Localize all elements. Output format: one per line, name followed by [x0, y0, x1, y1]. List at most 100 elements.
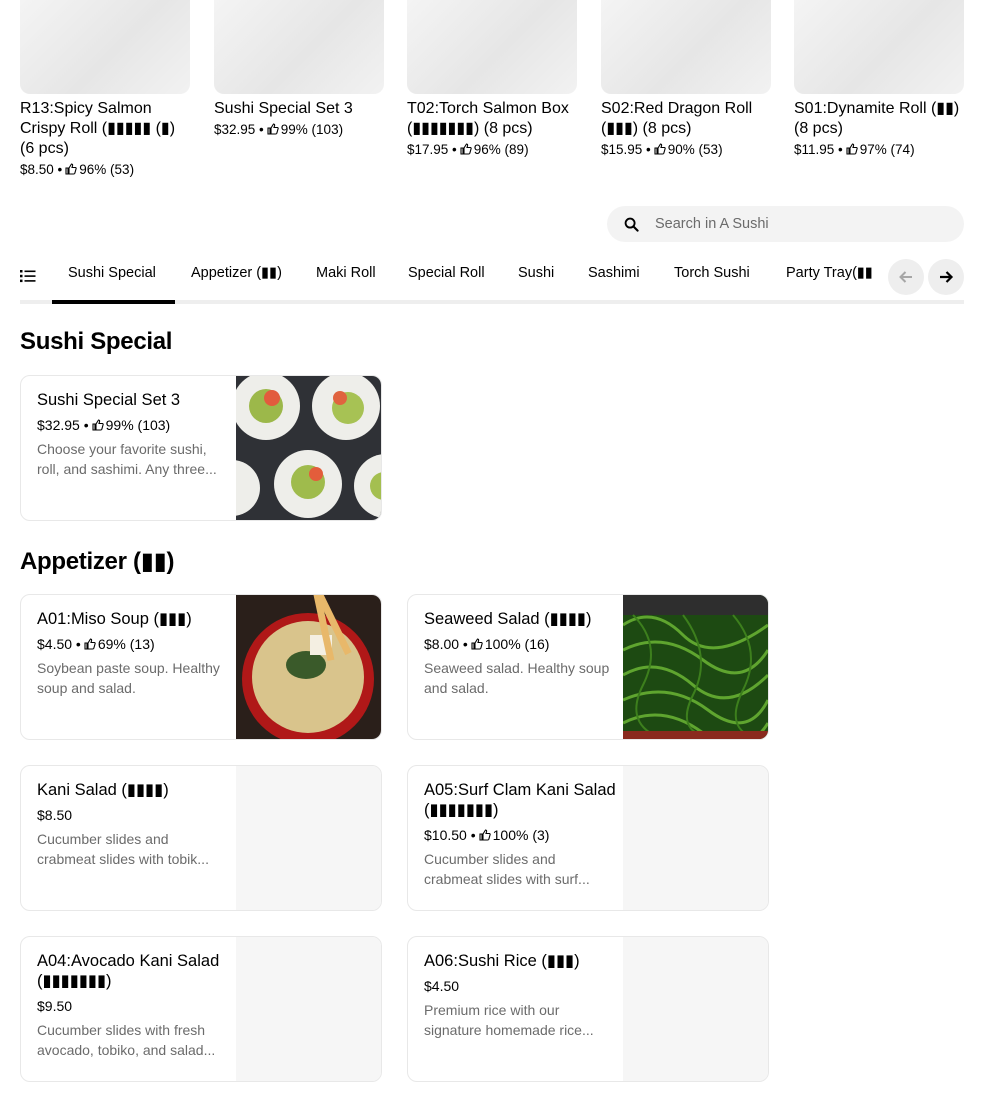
menu-item-description: Premium rice with our signature homemade…: [424, 1002, 594, 1038]
menu-item-description: Soybean paste soup. Healthy soup and sal…: [37, 660, 220, 696]
scroll-tabs-left-button[interactable]: [888, 259, 924, 295]
featured-item-rating: 97% (74): [859, 142, 915, 157]
menu-item-card[interactable]: Seaweed Salad (▮▮▮▮) $8.00 • 100% (16) Se…: [407, 594, 769, 740]
search-input[interactable]: [653, 215, 917, 233]
menu-item-meta: $10.50 • 100% (3): [424, 827, 550, 843]
active-tab-indicator: [52, 300, 175, 304]
menu-item-rating: 100% (16): [484, 636, 550, 652]
menu-item-price: $8.00: [424, 636, 460, 652]
tab-special-roll[interactable]: Special Roll: [408, 265, 485, 281]
featured-item-title: S02:Red Dragon Roll (▮▮▮) (8 pcs): [601, 100, 753, 137]
menu-item-name: A04:Avocado Kani Salad (▮▮▮▮▮▮▮): [37, 952, 220, 990]
menu-item-name: A01:Miso Soup (▮▮▮): [37, 610, 192, 628]
featured-item-price: $32.95: [214, 122, 256, 137]
featured-item-title: S01:Dynamite Roll (▮▮) (8 pcs): [794, 100, 960, 137]
featured-item-rating: 96% (89): [473, 142, 529, 157]
menu-item-price: $32.95: [37, 417, 80, 433]
menu-item-card[interactable]: A06:Sushi Rice (▮▮▮) $4.50 Premium rice …: [407, 936, 769, 1082]
tab-sushi[interactable]: Sushi: [518, 265, 554, 281]
featured-item-image: [794, 0, 964, 94]
menu-item-image-placeholder: [623, 766, 768, 910]
featured-item-title: Sushi Special Set 3: [214, 100, 353, 117]
featured-item-title: T02:Torch Salmon Box (▮▮▮▮▮▮▮) (8 pcs): [407, 100, 569, 137]
menu-item-rating: 99% (103): [105, 417, 171, 433]
thumbs-up-icon: [92, 419, 104, 431]
menu-item-description: Cucumber slides and crabmeat slides with…: [424, 851, 590, 887]
menu-item-card[interactable]: A01:Miso Soup (▮▮▮) $4.50 • 69% (13) Soyb…: [20, 594, 382, 740]
menu-item-image-placeholder: [236, 937, 381, 1081]
featured-item-image: [214, 0, 384, 94]
featured-item-meta: $11.95 • 97% (74): [794, 142, 915, 157]
miso-soup-photo: [236, 595, 381, 739]
menu-item-price: $8.50: [37, 807, 73, 823]
scroll-tabs-right-button[interactable]: [928, 259, 964, 295]
menu-item-card[interactable]: Sushi Special Set 3 $32.95 • 99% (103) Ch…: [20, 375, 382, 521]
tab-appetizer[interactable]: Appetizer (▮▮): [191, 265, 282, 281]
thumbs-up-icon: [84, 638, 96, 650]
tab-sashimi[interactable]: Sashimi: [588, 265, 640, 281]
menu-list-icon[interactable]: [20, 269, 36, 283]
tab-torch-sushi[interactable]: Torch Sushi: [674, 265, 750, 281]
category-tab-bar: Sushi Special Appetizer (▮▮) Maki Roll S…: [20, 256, 964, 304]
menu-item-meta: $9.50: [37, 996, 229, 1016]
menu-item-price: $4.50: [37, 636, 73, 652]
featured-item[interactable]: Sushi Special Set 3 $32.95 • 99% (103): [214, 0, 384, 140]
featured-item[interactable]: S02:Red Dragon Roll (▮▮▮) (8 pcs) $15.95…: [601, 0, 771, 160]
arrow-right-icon: [940, 271, 954, 283]
menu-item-description: Choose your favorite sushi, roll, and sa…: [37, 441, 217, 477]
featured-item-price: $17.95: [407, 142, 449, 157]
menu-item-name: A05:Surf Clam Kani Salad (▮▮▮▮▮▮▮): [424, 781, 616, 819]
featured-item-price: $15.95: [601, 142, 643, 157]
menu-item-image-placeholder: [236, 766, 381, 910]
tab-maki-roll[interactable]: Maki Roll: [316, 265, 376, 281]
menu-item-meta: $32.95 • 99% (103): [37, 417, 171, 433]
arrow-left-icon: [899, 271, 912, 283]
menu-item-name: A06:Sushi Rice (▮▮▮): [424, 952, 580, 970]
featured-item[interactable]: R13:Spicy Salmon Crispy Roll (▮▮▮▮▮ (▮) …: [20, 0, 190, 180]
thumbs-up-icon: [267, 123, 279, 135]
menu-item-price: $9.50: [37, 998, 73, 1014]
sushi-roll-photo: [236, 376, 381, 520]
featured-item-meta: $17.95 • 96% (89): [407, 142, 529, 157]
store-search[interactable]: [607, 206, 964, 242]
menu-item-rating: 100% (3): [492, 827, 550, 843]
category-tabs: Sushi Special Appetizer (▮▮) Maki Roll S…: [52, 256, 892, 304]
featured-item-price: $8.50: [20, 162, 54, 177]
section-title-sushi-special: Sushi Special: [20, 328, 173, 355]
tab-sushi-special[interactable]: Sushi Special: [68, 265, 156, 281]
featured-item-rating: 90% (53): [667, 142, 723, 157]
menu-item-card[interactable]: Kani Salad (▮▮▮▮) $8.50 Cucumber slides …: [20, 765, 382, 911]
menu-item-name: Sushi Special Set 3: [37, 391, 181, 409]
menu-item-card[interactable]: A04:Avocado Kani Salad (▮▮▮▮▮▮▮) $9.50 C…: [20, 936, 382, 1082]
thumbs-up-icon: [479, 829, 491, 841]
featured-item-rating: 96% (53): [79, 162, 135, 177]
menu-item-meta: $4.50 • 69% (13): [37, 636, 155, 652]
menu-item-card[interactable]: A05:Surf Clam Kani Salad (▮▮▮▮▮▮▮) $10.5…: [407, 765, 769, 911]
featured-item[interactable]: T02:Torch Salmon Box (▮▮▮▮▮▮▮) (8 pcs) $…: [407, 0, 577, 160]
featured-item-title: R13:Spicy Salmon Crispy Roll (▮▮▮▮▮ (▮) …: [20, 100, 176, 157]
featured-item-image: [407, 0, 577, 94]
menu-item-meta: $8.50: [37, 805, 229, 825]
thumbs-up-icon: [654, 143, 666, 155]
search-icon: [624, 217, 639, 232]
menu-item-image-placeholder: [623, 937, 768, 1081]
section-title-appetizer: Appetizer (▮▮): [20, 548, 175, 575]
featured-item-meta: $8.50 • 96% (53): [20, 162, 135, 177]
thumbs-up-icon: [471, 638, 483, 650]
featured-item-rating: 99% (103): [280, 122, 344, 137]
menu-item-description: Cucumber slides and crabmeat slides with…: [37, 831, 209, 867]
menu-item-description: Seaweed salad. Healthy soup and salad.: [424, 660, 610, 696]
menu-item-name: Seaweed Salad (▮▮▮▮): [424, 610, 592, 628]
featured-item-image: [601, 0, 771, 94]
featured-item[interactable]: S01:Dynamite Roll (▮▮) (8 pcs) $11.95 • 9…: [794, 0, 964, 160]
menu-item-rating: 69% (13): [97, 636, 155, 652]
featured-items-carousel: R13:Spicy Salmon Crispy Roll (▮▮▮▮▮ (▮) …: [20, 0, 964, 180]
thumbs-up-icon: [846, 143, 858, 155]
featured-item-meta: $32.95 • 99% (103): [214, 122, 344, 137]
menu-item-price: $10.50: [424, 827, 467, 843]
menu-item-name: Kani Salad (▮▮▮▮): [37, 781, 169, 799]
menu-item-price: $4.50: [424, 978, 460, 994]
tab-party-tray[interactable]: Party Tray(▮▮: [786, 265, 873, 281]
thumbs-up-icon: [65, 163, 77, 175]
menu-item-description: Cucumber slides with fresh avocado, tobi…: [37, 1022, 216, 1058]
